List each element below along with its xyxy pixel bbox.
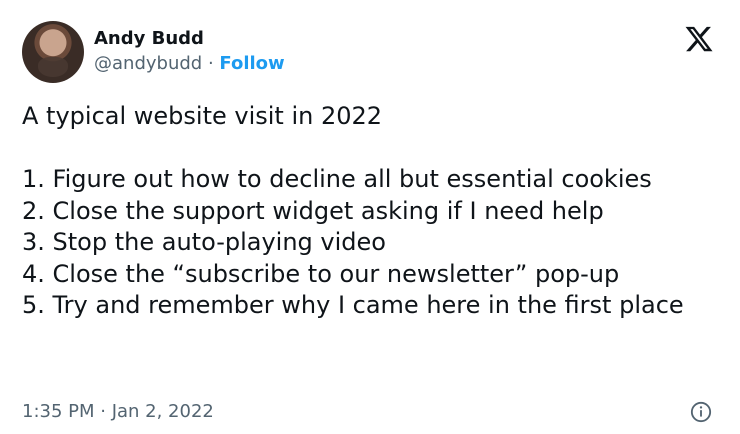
author-display-name[interactable]: Andy Budd (94, 27, 285, 51)
author-handle-line: @andybudd · Follow (94, 51, 285, 77)
author-handle[interactable]: @andybudd (94, 53, 202, 74)
avatar[interactable] (22, 21, 84, 83)
handle-separator: · (207, 53, 214, 74)
info-icon[interactable] (690, 401, 712, 423)
tweet-header: Andy Budd @andybudd · Follow (22, 20, 285, 84)
tweet-text: A typical website visit in 2022 1. Figur… (22, 102, 684, 319)
follow-button[interactable]: Follow (219, 53, 284, 74)
tweet-card: Andy Budd @andybudd · Follow A typical w… (0, 0, 740, 434)
tweet-timestamp[interactable]: 1:35 PM · Jan 2, 2022 (22, 400, 214, 424)
x-logo-icon[interactable] (684, 24, 714, 54)
author-block: Andy Budd @andybudd · Follow (94, 27, 285, 77)
